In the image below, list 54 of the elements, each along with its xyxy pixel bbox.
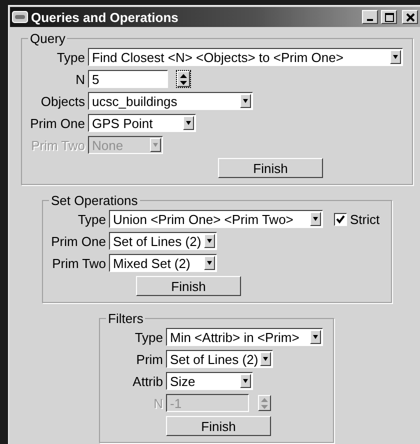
dropdown[interactable]: Set of Lines (2) [166, 350, 273, 368]
maximize-button[interactable] [381, 10, 397, 24]
window-title: Queries and Operations [31, 10, 180, 24]
dropdown[interactable]: Set of Lines (2) [109, 232, 217, 250]
dropdown[interactable]: ucsc_buildings [88, 92, 253, 110]
finish-button[interactable]: Finish [136, 276, 241, 296]
down-arrow-icon [180, 80, 187, 84]
checkbox[interactable] [334, 212, 347, 226]
dropdown[interactable]: Find Closest <N> <Objects> to <Prim One> [88, 48, 403, 66]
close-button[interactable] [402, 10, 418, 24]
close-icon [406, 12, 414, 22]
field-label: Type [76, 212, 106, 226]
dropdown[interactable]: Min <Attrib> in <Prim> [166, 328, 323, 346]
finish-button[interactable]: Finish [166, 416, 271, 436]
window-icon [12, 11, 28, 23]
spin-button[interactable] [258, 395, 271, 411]
caret-icon [243, 378, 248, 384]
field-label: Type [56, 50, 85, 64]
field-label: Prim One [50, 234, 106, 248]
field-label: N [152, 396, 163, 410]
group-title: Set Operations [50, 193, 139, 208]
up-arrow-icon [261, 398, 268, 402]
field-label: Prim Two [30, 138, 85, 152]
dropdown[interactable]: GPS Point [88, 114, 196, 132]
caret-icon [313, 334, 318, 340]
caret-icon [153, 142, 158, 148]
minimize-button[interactable] [362, 10, 378, 24]
field-label: Prim [135, 352, 163, 366]
field-label: N [74, 72, 85, 86]
caret-icon [207, 260, 212, 266]
caret-icon [186, 120, 191, 126]
dropdown[interactable]: Union <Prim One> <Prim Two> [109, 210, 323, 228]
down-arrow-icon [261, 404, 268, 408]
caret-icon [207, 238, 212, 244]
group-title: Query [29, 31, 66, 46]
number-field[interactable]: 5 [88, 70, 168, 88]
up-arrow-icon [180, 74, 187, 78]
checkbox-label: Strict [350, 212, 380, 226]
field-label: Type [134, 330, 163, 344]
dropdown[interactable]: Size [166, 372, 253, 390]
finish-button[interactable]: Finish [218, 158, 323, 178]
caret-icon [243, 98, 248, 104]
check-icon [336, 214, 345, 224]
spin-button[interactable] [177, 71, 190, 87]
field-label: Objects [40, 94, 85, 108]
dropdown[interactable]: Mixed Set (2) [109, 254, 217, 272]
field-label: Prim One [29, 116, 85, 130]
field-label: Prim Two [51, 256, 106, 270]
field-label: Attrib [132, 374, 163, 388]
caret-icon [263, 356, 268, 362]
caret-icon [393, 54, 398, 60]
maximize-icon [384, 12, 394, 22]
caret-icon [313, 216, 318, 222]
group-title: Filters [107, 311, 144, 326]
